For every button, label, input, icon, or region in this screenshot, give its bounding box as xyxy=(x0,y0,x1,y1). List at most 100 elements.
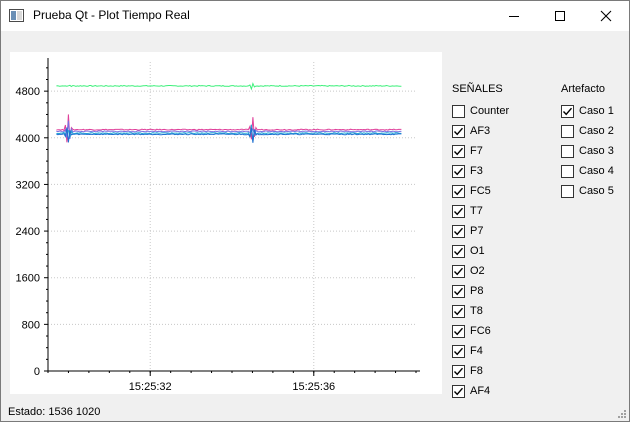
checkbox-box[interactable] xyxy=(452,244,465,258)
series-line-3 xyxy=(56,124,402,142)
artefacto-checkbox-caso-2[interactable]: Caso 2 xyxy=(561,123,614,139)
artefacto-checkbox-caso-1[interactable]: Caso 1 xyxy=(561,103,614,119)
signal-checkbox-f3[interactable]: F3 xyxy=(452,163,483,179)
checkbox-label: F7 xyxy=(470,145,483,157)
checkbox-label: Caso 5 xyxy=(579,185,614,197)
checkbox-label: F4 xyxy=(470,345,483,357)
signal-checkbox-af4[interactable]: AF4 xyxy=(452,383,490,399)
checkbox-label: F8 xyxy=(470,365,483,377)
checkmark-icon xyxy=(453,387,464,395)
minimize-button[interactable] xyxy=(491,1,537,31)
title-bar[interactable]: Prueba Qt - Plot Tiempo Real xyxy=(1,1,629,31)
y-tick-label: 3200 xyxy=(16,179,40,191)
checkbox-label: Caso 4 xyxy=(579,165,614,177)
checkbox-box[interactable] xyxy=(561,184,574,198)
checkmark-icon xyxy=(453,207,464,215)
checkbox-box[interactable] xyxy=(452,384,465,398)
signal-checkbox-p7[interactable]: P7 xyxy=(452,223,483,239)
checkbox-label: FC5 xyxy=(470,185,491,197)
checkbox-box[interactable] xyxy=(452,364,465,378)
checkbox-box[interactable] xyxy=(452,224,465,238)
app-window-icon xyxy=(9,9,24,22)
checkbox-box[interactable] xyxy=(561,164,574,178)
status-bar-text: Estado: 1536 1020 xyxy=(8,406,101,418)
checkbox-box[interactable] xyxy=(452,184,465,198)
maximize-icon xyxy=(555,11,565,21)
checkbox-label: F3 xyxy=(470,165,483,177)
signal-checkbox-f4[interactable]: F4 xyxy=(452,343,483,359)
y-tick-label: 4800 xyxy=(16,86,40,98)
checkbox-box[interactable] xyxy=(452,304,465,318)
checkmark-icon xyxy=(453,227,464,235)
signal-checkbox-af3[interactable]: AF3 xyxy=(452,123,490,139)
signal-checkbox-o2[interactable]: O2 xyxy=(452,263,485,279)
signal-checkbox-o1[interactable]: O1 xyxy=(452,243,485,259)
checkbox-box[interactable] xyxy=(452,284,465,298)
signal-checkbox-f7[interactable]: F7 xyxy=(452,143,483,159)
close-button[interactable] xyxy=(583,1,629,31)
checkbox-box[interactable] xyxy=(561,124,574,138)
checkmark-icon xyxy=(453,367,464,375)
checkbox-label: Caso 3 xyxy=(579,145,614,157)
checkmark-icon xyxy=(453,167,464,175)
y-tick-label: 4000 xyxy=(16,133,40,145)
checkbox-label: T8 xyxy=(470,305,483,317)
checkbox-box[interactable] xyxy=(452,124,465,138)
y-tick-label: 1600 xyxy=(16,273,40,285)
artefacto-group-title: Artefacto xyxy=(561,83,606,95)
y-tick-label: 0 xyxy=(34,366,40,378)
realtime-plot[interactable]: 0 800 1600 2400 3200 4000 4800 15:25:32 15:25:36 xyxy=(10,52,442,394)
checkbox-label: FC6 xyxy=(470,325,491,337)
artefacto-checkbox-caso-5[interactable]: Caso 5 xyxy=(561,183,614,199)
checkbox-box[interactable] xyxy=(452,324,465,338)
checkbox-box[interactable] xyxy=(561,104,574,118)
main-window: Prueba Qt - Plot Tiempo Real 0 800 1600 240… xyxy=(0,0,630,422)
checkmark-icon xyxy=(453,147,464,155)
checkbox-label: Caso 2 xyxy=(579,125,614,137)
checkbox-label: AF4 xyxy=(470,385,491,397)
maximize-button[interactable] xyxy=(537,1,583,31)
checkmark-icon xyxy=(453,187,464,195)
checkbox-label: O1 xyxy=(470,245,485,257)
checkmark-icon xyxy=(453,347,464,355)
checkbox-box[interactable] xyxy=(452,104,465,118)
checkmark-icon xyxy=(453,247,464,255)
checkbox-label: P8 xyxy=(470,285,484,297)
signal-checkbox-fc6[interactable]: FC6 xyxy=(452,323,491,339)
plot-canvas[interactable]: 0 800 1600 2400 3200 4000 4800 15:25:32 15:25:36 xyxy=(10,52,442,394)
checkbox-label: T7 xyxy=(470,205,483,217)
signals-group-title: SEÑALES xyxy=(452,83,503,95)
checkbox-box[interactable] xyxy=(561,144,574,158)
checkbox-box[interactable] xyxy=(452,204,465,218)
checkmark-icon xyxy=(562,107,573,115)
checkbox-box[interactable] xyxy=(452,264,465,278)
checkbox-box[interactable] xyxy=(452,164,465,178)
checkmark-icon xyxy=(453,127,464,135)
checkmark-icon xyxy=(453,287,464,295)
signal-checkbox-t7[interactable]: T7 xyxy=(452,203,483,219)
size-grip-icon[interactable] xyxy=(617,409,627,419)
checkmark-icon xyxy=(453,307,464,315)
window-title: Prueba Qt - Plot Tiempo Real xyxy=(33,8,190,22)
series-line-0 xyxy=(56,82,402,91)
y-tick-label: 800 xyxy=(22,319,40,331)
artefacto-checkbox-caso-4[interactable]: Caso 4 xyxy=(561,163,614,179)
x-tick-label: 15:25:32 xyxy=(129,381,172,393)
minimize-icon xyxy=(509,15,519,17)
signal-checkbox-f8[interactable]: F8 xyxy=(452,363,483,379)
checkbox-label: AF3 xyxy=(470,125,491,137)
signal-checkbox-t8[interactable]: T8 xyxy=(452,303,483,319)
signal-checkbox-p8[interactable]: P8 xyxy=(452,283,483,299)
artefacto-checkbox-caso-3[interactable]: Caso 3 xyxy=(561,143,614,159)
checkbox-label: Caso 1 xyxy=(579,105,614,117)
signal-checkbox-counter[interactable]: Counter xyxy=(452,103,509,119)
checkmark-icon xyxy=(453,267,464,275)
checkbox-box[interactable] xyxy=(452,144,465,158)
close-icon xyxy=(600,10,612,22)
signal-checkbox-fc5[interactable]: FC5 xyxy=(452,183,491,199)
checkbox-box[interactable] xyxy=(452,344,465,358)
checkbox-label: O2 xyxy=(470,265,485,277)
y-tick-label: 2400 xyxy=(16,226,40,238)
checkmark-icon xyxy=(453,327,464,335)
checkbox-label: Counter xyxy=(470,105,510,117)
